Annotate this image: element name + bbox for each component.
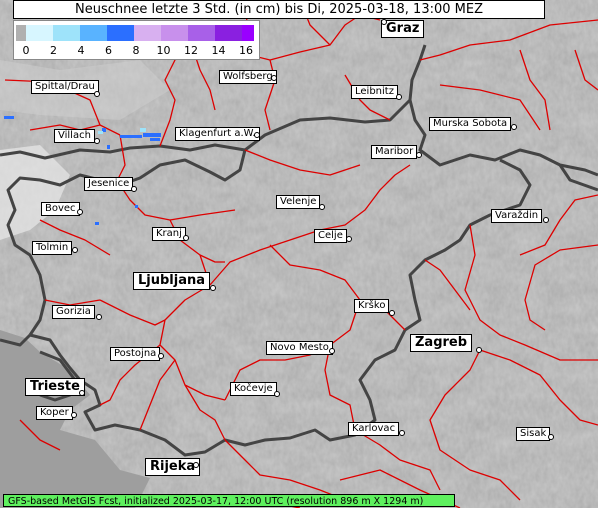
city-label-rijeka[interactable]: Rijeka <box>145 458 201 476</box>
city-label-krsko[interactable]: Krško <box>354 299 390 313</box>
legend-tick-label: 4 <box>77 44 85 57</box>
legend-tick-label: 6 <box>105 44 112 57</box>
city-marker-murska-sobota <box>511 124 517 130</box>
city-label-karlovac[interactable]: Karlovac <box>348 422 400 436</box>
city-label-klagenfurt-a-w-[interactable]: Klagenfurt a.W. <box>175 127 260 141</box>
city-label-bovec[interactable]: Bovec <box>41 202 80 216</box>
legend-swatch <box>134 25 161 41</box>
city-marker-kocevje <box>274 391 280 397</box>
city-label-maribor[interactable]: Maribor <box>371 145 418 159</box>
city-label-tolmin[interactable]: Tolmin <box>32 241 73 255</box>
city-marker-spittal-drau <box>94 91 100 97</box>
legend-swatch <box>16 25 26 41</box>
city-marker-postojna <box>158 353 164 359</box>
city-label-murska-sobota[interactable]: Murska Sobota <box>429 117 512 131</box>
legend-swatch <box>80 25 107 41</box>
city-label-wolfsberg[interactable]: Wolfsberg <box>219 70 277 84</box>
legend-swatch <box>188 25 215 41</box>
city-marker-celje <box>346 236 352 242</box>
city-marker-wolfsberg <box>271 75 277 81</box>
city-marker-rijeka <box>193 462 199 468</box>
legend-swatch <box>242 25 254 41</box>
city-label-graz[interactable]: Graz <box>381 20 425 38</box>
city-label-jesenice[interactable]: Jesenice <box>84 177 134 191</box>
map-title: Neuschnee letzte 3 Std. (in cm) bis Di, … <box>13 0 545 19</box>
city-marker-gorizia <box>96 314 102 320</box>
city-marker-koper <box>71 412 77 418</box>
city-label-postojna[interactable]: Postojna <box>110 347 161 361</box>
city-label-novo-mesto[interactable]: Novo Mesto <box>266 341 333 355</box>
city-label-spittal-drau[interactable]: Spittal/Drau <box>31 80 99 94</box>
legend-tick-label: 8 <box>132 44 140 57</box>
legend-tick-label: 14 <box>211 44 226 57</box>
city-label-zagreb[interactable]: Zagreb <box>410 334 473 352</box>
legend-tick-label: 2 <box>50 44 57 57</box>
city-marker-varazdin <box>543 217 549 223</box>
city-marker-leibnitz <box>396 94 402 100</box>
snow-legend: 0 2 4 6 8 10 12 14 16 <box>13 20 260 60</box>
legend-colorbar <box>16 25 254 41</box>
legend-swatch <box>161 25 188 41</box>
city-marker-krsko <box>389 310 395 316</box>
legend-swatch <box>26 25 53 41</box>
legend-swatch <box>107 25 134 41</box>
city-label-kranj[interactable]: Kranj <box>152 227 186 241</box>
city-marker-klagenfurt-a-w- <box>254 132 260 138</box>
legend-swatch <box>215 25 242 41</box>
city-marker-zagreb <box>476 347 482 353</box>
city-label-varazdin[interactable]: Varaždin <box>491 209 543 223</box>
city-label-trieste[interactable]: Trieste <box>25 378 85 396</box>
city-marker-trieste <box>79 390 85 396</box>
city-marker-jesenice <box>131 186 137 192</box>
legend-tick-label: 0 <box>22 44 30 57</box>
city-marker-kranj <box>183 235 189 241</box>
city-marker-karlovac <box>399 430 405 436</box>
map-canvas[interactable] <box>0 0 598 508</box>
city-label-villach[interactable]: Villach <box>54 129 95 143</box>
city-marker-ljubljana <box>210 285 216 291</box>
city-label-koper[interactable]: Koper <box>36 406 73 420</box>
city-label-celje[interactable]: Celje <box>314 229 347 243</box>
city-marker-graz <box>381 19 387 25</box>
city-label-velenje[interactable]: Velenje <box>276 195 321 209</box>
legend-tick-label: 12 <box>184 44 198 57</box>
legend-swatch <box>53 25 80 41</box>
legend-tick-label: 16 <box>239 44 253 57</box>
city-marker-novo-mesto <box>329 348 335 354</box>
city-label-sisak[interactable]: Sisak <box>516 427 551 441</box>
city-marker-sisak <box>548 434 554 440</box>
city-marker-tolmin <box>72 247 78 253</box>
forecast-footer: GFS-based MetGIS Fcst, initialized 2025-… <box>3 494 455 507</box>
city-marker-velenje <box>319 204 325 210</box>
city-marker-villach <box>94 138 100 144</box>
legend-tick-label: 10 <box>156 44 171 57</box>
city-marker-maribor <box>416 152 422 158</box>
city-label-ljubljana[interactable]: Ljubljana <box>133 272 211 290</box>
city-label-leibnitz[interactable]: Leibnitz <box>351 85 398 99</box>
city-label-gorizia[interactable]: Gorizia <box>52 305 95 319</box>
city-marker-bovec <box>77 209 83 215</box>
city-label-kocevje[interactable]: Kočevje <box>230 382 277 396</box>
